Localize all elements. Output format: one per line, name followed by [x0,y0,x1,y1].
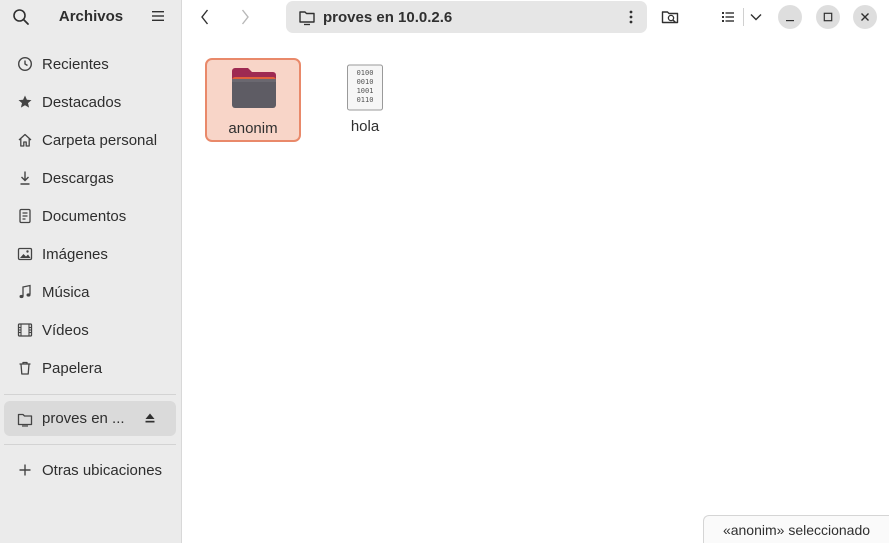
sidebar-item-label: Destacados [42,93,122,111]
sidebar-item-label: Música [42,283,90,301]
download-icon [17,170,33,186]
sidebar-item-network-mount[interactable]: proves en ... [4,401,176,436]
file-item-binary[interactable]: 0100 0010 1001 0110 hola [317,58,413,142]
sidebar-header: Archivos [0,0,181,34]
search-folder-button[interactable] [659,6,681,28]
forward-icon[interactable] [238,8,252,26]
current-path: proves en 10.0.2.6 [323,8,453,26]
places-list: Recientes Destacados Carpeta personal De… [0,45,182,387]
folder-remote-icon [17,413,33,427]
svg-text:0100: 0100 [357,69,374,77]
sidebar-item-label: Imágenes [42,245,108,263]
minimize-button[interactable] [778,5,802,29]
svg-text:0010: 0010 [357,78,374,86]
back-icon[interactable] [198,8,212,26]
status-bar: «anonim» seleccionado [703,515,889,543]
image-icon [17,246,33,262]
path-bar[interactable]: proves en 10.0.2.6 [286,1,647,33]
binary-file-icon: 0100 0010 1001 0110 [347,64,383,111]
folder-remote-icon [299,11,315,26]
svg-text:0110: 0110 [357,96,374,104]
minimize-icon [786,20,794,22]
file-name: anonim [228,120,278,137]
sidebar-item-papelera[interactable]: Papelera [0,349,182,387]
eject-icon[interactable] [144,412,156,424]
video-icon [17,322,33,338]
sidebar-divider [4,444,176,445]
file-view: anonim 0100 0010 1001 0110 hola «anonim»… [183,34,889,543]
close-button[interactable] [853,5,877,29]
view-options-button[interactable] [745,6,767,28]
sidebar-item-label: Descargas [42,169,114,187]
svg-text:1001: 1001 [357,87,374,95]
close-icon [861,13,869,21]
sidebar: Archivos Recientes Destacados Carpeta pe… [0,0,182,543]
list-view-icon [722,12,734,22]
maximize-icon [823,12,833,22]
sidebar-item-other-locations[interactable]: Otras ubicaciones [0,451,182,489]
clock-icon [17,56,33,72]
sidebar-divider [4,394,176,395]
view-list-button[interactable] [717,6,739,28]
status-text: «anonim» seleccionado [722,521,871,538]
file-item-folder[interactable]: anonim [205,58,301,142]
sidebar-item-imagenes[interactable]: Imágenes [0,235,182,273]
sidebar-item-label: Papelera [42,359,103,377]
more-options-icon[interactable] [629,10,633,24]
sidebar-item-label: Recientes [42,55,109,73]
maximize-button[interactable] [816,5,840,29]
sidebar-item-carpeta-personal[interactable]: Carpeta personal [0,121,182,159]
hamburger-menu-icon[interactable] [151,9,165,23]
button-separator [743,8,744,26]
sidebar-item-label: Documentos [42,207,127,225]
sidebar-item-videos[interactable]: Vídeos [0,311,182,349]
sidebar-item-label: Otras ubicaciones [42,461,163,479]
document-icon [17,208,33,224]
chevron-down-icon [750,14,762,21]
trash-icon [17,360,33,376]
folder-search-icon [661,11,679,24]
music-icon [17,284,33,300]
sidebar-item-destacados[interactable]: Destacados [0,83,182,121]
sidebar-item-label: Carpeta personal [42,131,158,149]
file-name: hola [350,118,380,135]
sidebar-item-descargas[interactable]: Descargas [0,159,182,197]
sidebar-item-label: proves en ... [42,410,125,427]
folder-icon [232,68,276,108]
sidebar-item-recientes[interactable]: Recientes [0,45,182,83]
plus-icon [19,464,31,476]
sidebar-item-musica[interactable]: Música [0,273,182,311]
header-bar: proves en 10.0.2.6 [182,0,889,34]
home-icon [17,132,33,148]
sidebar-item-documentos[interactable]: Documentos [0,197,182,235]
sidebar-item-label: Vídeos [42,321,89,339]
star-icon [17,94,33,110]
